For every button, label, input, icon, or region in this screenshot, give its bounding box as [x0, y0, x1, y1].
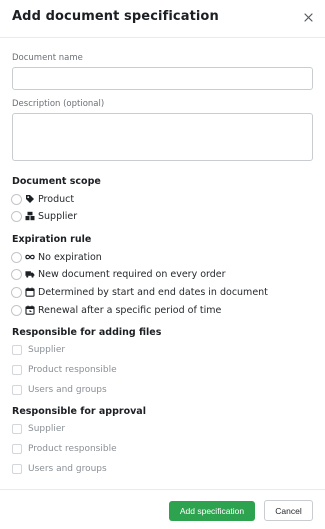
adding-option-users-groups[interactable]: Users and groups	[12, 383, 107, 397]
infinity-icon	[25, 252, 35, 262]
scope-option-product[interactable]: Product	[11, 192, 74, 206]
close-icon[interactable]	[300, 9, 316, 25]
responsible-adding-title: Responsible for adding files	[12, 327, 162, 338]
expiration-option-label: New document required on every order	[38, 268, 226, 280]
radio-button[interactable]	[11, 210, 22, 222]
calendar-clock-icon	[25, 305, 35, 315]
dialog-title: Add document specification	[12, 9, 219, 24]
approval-option-product-responsible[interactable]: Product responsible	[12, 442, 117, 456]
checkbox-label: Product responsible	[28, 365, 117, 375]
checkbox[interactable]	[12, 385, 22, 395]
radio-button[interactable]	[11, 268, 22, 280]
expiration-option-no-expiration[interactable]: No expiration	[11, 250, 102, 264]
approval-option-supplier[interactable]: Supplier	[12, 422, 65, 436]
document-name-input[interactable]	[12, 67, 313, 90]
adding-option-supplier[interactable]: Supplier	[12, 343, 65, 357]
checkbox[interactable]	[12, 365, 22, 375]
adding-option-product-responsible[interactable]: Product responsible	[12, 363, 117, 377]
scope-option-label: Product	[38, 193, 75, 205]
expiration-option-label: Determined by start and end dates in doc…	[38, 286, 268, 298]
checkbox[interactable]	[12, 464, 22, 474]
calendar-icon	[25, 287, 35, 297]
checkbox-label: Supplier	[28, 345, 66, 355]
add-specification-button[interactable]: Add specification	[169, 501, 255, 521]
checkbox[interactable]	[12, 444, 22, 454]
tag-icon	[25, 194, 35, 204]
expiration-option-label: No expiration	[38, 251, 102, 263]
truck-icon	[25, 269, 35, 279]
expiration-option-start-end-dates[interactable]: Determined by start and end dates in doc…	[11, 285, 268, 299]
checkbox-label: Product responsible	[28, 444, 117, 454]
dialog-footer: Add specification Cancel	[0, 489, 325, 529]
description-label: Description (optional)	[12, 99, 105, 109]
approval-option-users-groups[interactable]: Users and groups	[12, 462, 107, 476]
radio-button[interactable]	[11, 304, 22, 316]
scope-option-label: Supplier	[38, 210, 78, 222]
cancel-button[interactable]: Cancel	[264, 500, 313, 521]
description-textarea[interactable]	[12, 113, 313, 161]
checkbox-label: Supplier	[28, 424, 66, 434]
radio-button[interactable]	[11, 286, 22, 298]
document-scope-title: Document scope	[12, 176, 101, 187]
expiration-option-every-order[interactable]: New document required on every order	[11, 267, 226, 281]
expiration-rule-title: Expiration rule	[12, 234, 92, 245]
checkbox-label: Users and groups	[28, 385, 107, 395]
document-name-label: Document name	[12, 53, 83, 63]
checkbox-label: Users and groups	[28, 464, 107, 474]
expiration-option-label: Renewal after a specific period of time	[38, 304, 222, 316]
expiration-option-renewal-period[interactable]: Renewal after a specific period of time	[11, 303, 221, 317]
radio-button[interactable]	[11, 251, 22, 263]
scope-option-supplier[interactable]: Supplier	[11, 209, 77, 223]
radio-button[interactable]	[11, 193, 22, 205]
dialog-header: Add document specification	[0, 0, 325, 38]
checkbox[interactable]	[12, 345, 22, 355]
responsible-approval-title: Responsible for approval	[12, 406, 146, 417]
checkbox[interactable]	[12, 424, 22, 434]
supplier-icon	[25, 211, 35, 221]
